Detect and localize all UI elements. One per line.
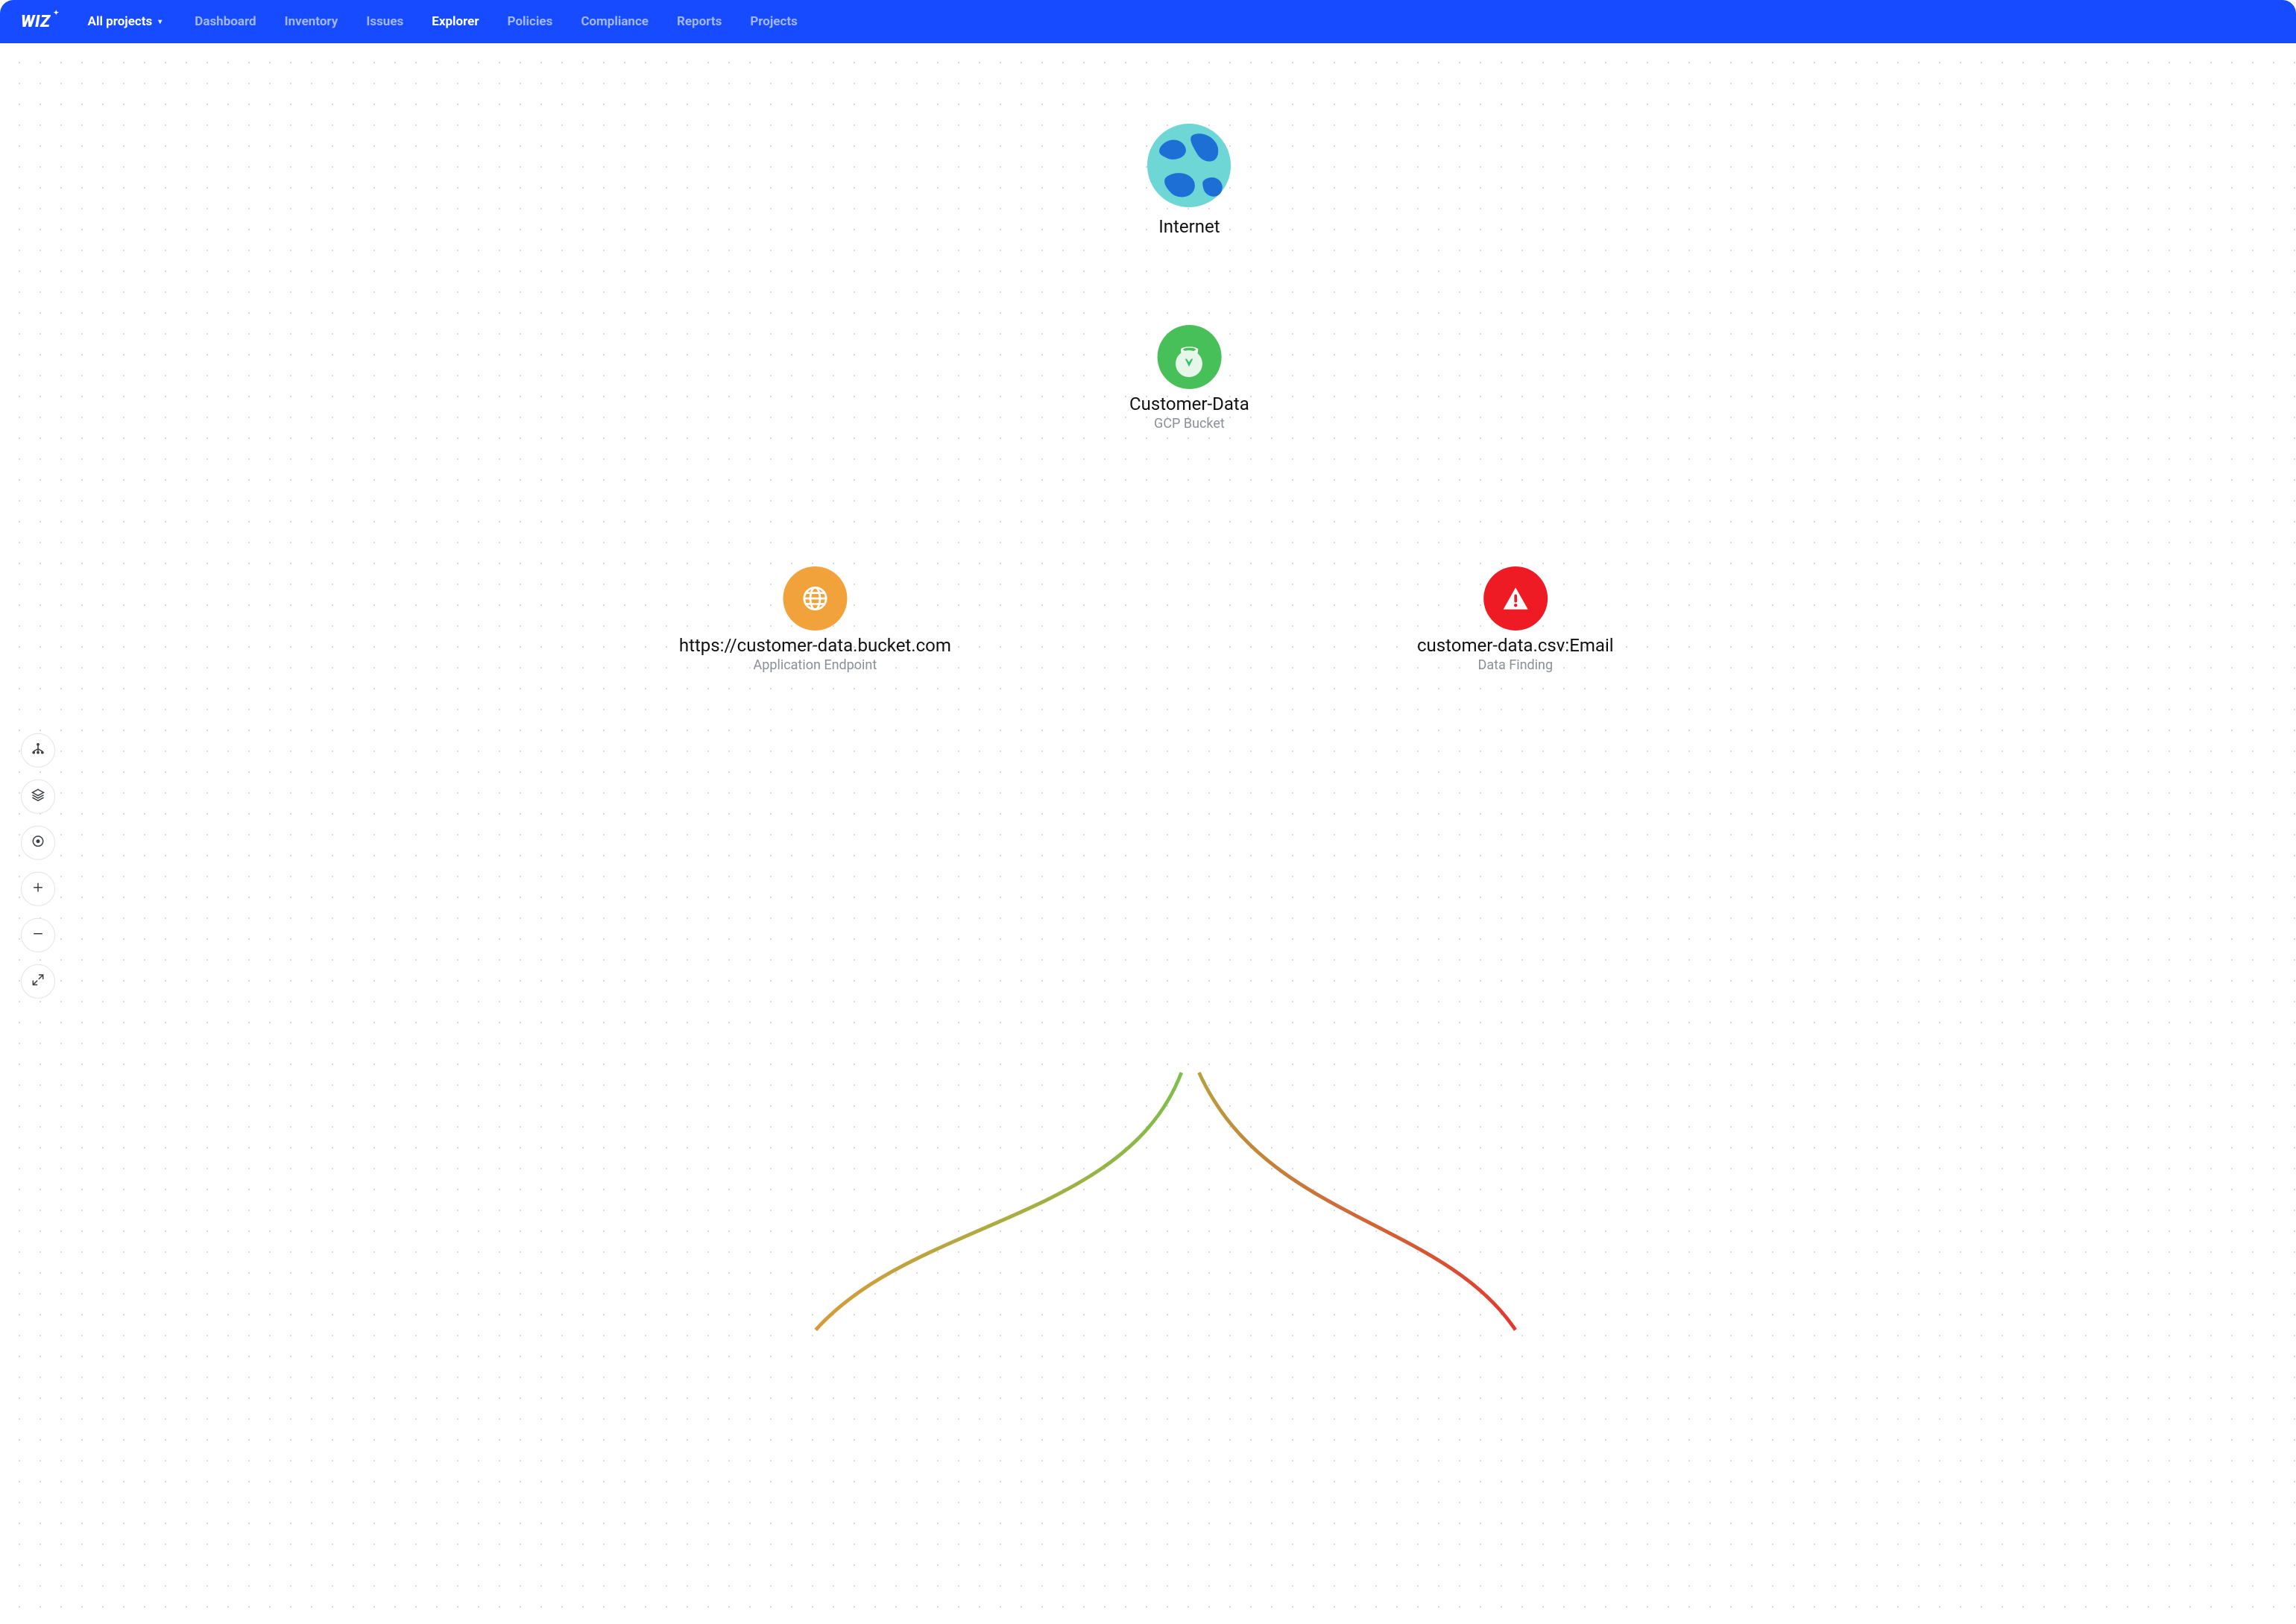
node-bucket-subtitle: GCP Bucket [1154,416,1225,432]
zoom-out-icon [31,926,45,944]
zoom-in-button[interactable] [21,871,55,906]
brand-logo[interactable]: WIZ [21,13,58,31]
project-selector-label: All projects [88,14,153,29]
layers-button[interactable] [21,779,55,813]
graph-edges [0,43,2296,1624]
nav-issues[interactable]: Issues [366,14,403,29]
graph-view-icon [31,741,45,759]
node-finding-subtitle: Data Finding [1478,657,1554,673]
node-bucket-title: Customer-Data [1129,394,1249,414]
node-endpoint[interactable]: https://customer-data.bucket.com Applica… [679,566,951,673]
tool-rail [21,733,55,998]
nav-reports[interactable]: Reports [677,14,722,29]
chevron-down-icon: ▾ [158,18,162,26]
node-endpoint-subtitle: Application Endpoint [754,657,877,673]
nav-explorer[interactable]: Explorer [432,14,479,29]
nav-inventory[interactable]: Inventory [285,14,338,29]
focus-icon [31,833,45,851]
nav-projects[interactable]: Projects [750,14,797,29]
nav-policies[interactable]: Policies [508,14,553,29]
zoom-out-button[interactable] [21,917,55,952]
alert-icon [1483,566,1548,631]
graph-canvas[interactable]: Internet Customer-Data GCP Bucket [0,43,2296,1624]
node-internet[interactable]: Internet [1146,122,1232,237]
expand-icon [31,972,45,990]
nav-compliance[interactable]: Compliance [581,14,649,29]
layers-icon [31,787,45,805]
top-navbar: WIZ All projects ▾ Dashboard Inventory I… [0,0,2296,43]
web-icon [783,566,847,631]
diamond-icon [1182,356,1196,372]
focus-button[interactable] [21,825,55,859]
nav-dashboard[interactable]: Dashboard [195,14,256,29]
node-endpoint-title: https://customer-data.bucket.com [679,635,951,656]
app-window: WIZ All projects ▾ Dashboard Inventory I… [0,0,2296,1624]
node-finding[interactable]: customer-data.csv:Email Data Finding [1417,566,1614,673]
edge-badge[interactable] [1176,350,1202,377]
node-bucket[interactable]: Customer-Data GCP Bucket [1129,325,1249,432]
project-selector[interactable]: All projects ▾ [88,14,163,29]
zoom-in-icon [31,879,45,897]
globe-icon [1146,122,1232,212]
expand-button[interactable] [21,964,55,998]
node-internet-title: Internet [1158,216,1220,237]
node-finding-title: customer-data.csv:Email [1417,635,1614,656]
graph-view-button[interactable] [21,733,55,767]
nav-items: Dashboard Inventory Issues Explorer Poli… [195,14,798,29]
